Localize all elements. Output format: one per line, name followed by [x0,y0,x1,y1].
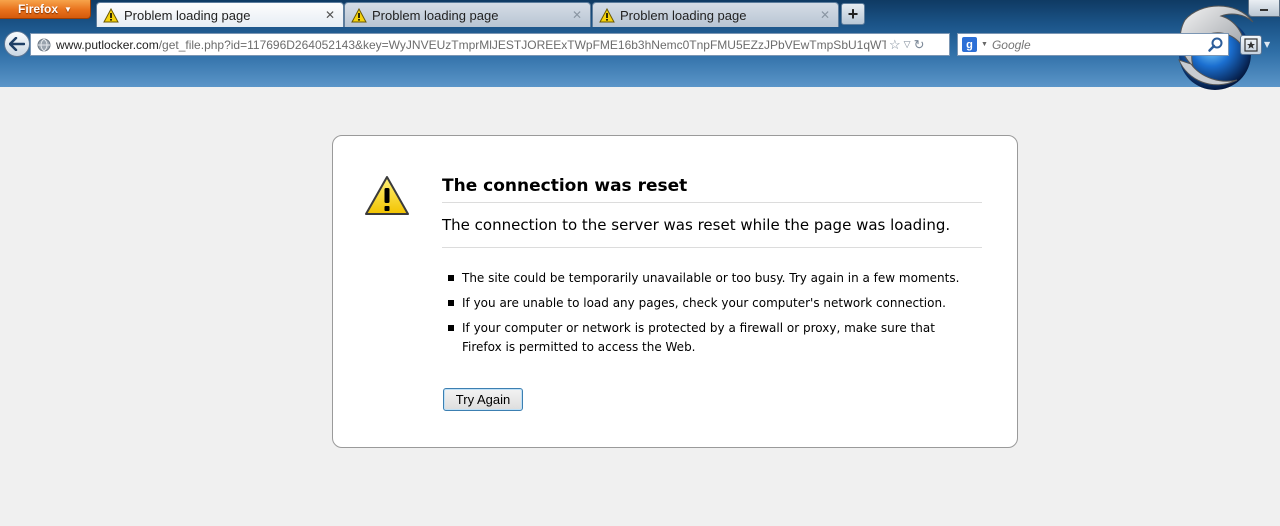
list-item: If your computer or network is protected… [446,319,966,357]
close-icon[interactable]: ✕ [570,8,584,22]
close-icon[interactable]: ✕ [323,8,337,22]
warning-icon [103,7,119,22]
try-again-button[interactable]: Try Again [443,388,523,411]
firefox-menu-label: Firefox [18,2,59,16]
search-icon[interactable] [1207,36,1225,54]
chevron-down-icon: ▼ [64,4,72,14]
url-path: /get_file.php?id=117696D264052143&key=Wy… [158,37,886,52]
url-text: www.putlocker.com/get_file.php?id=117696… [56,38,886,52]
firefox-menu-button[interactable]: Firefox ▼ [0,0,91,19]
tab-problem-loading-2[interactable]: Problem loading page ✕ [344,2,591,27]
search-bar[interactable]: g ▼ [957,33,1229,56]
navigation-toolbar: www.putlocker.com/get_file.php?id=117696… [0,27,1280,63]
bookmark-star-icon[interactable]: ☆ [889,37,901,53]
tab-title: Problem loading page [372,7,499,23]
url-host: www.putlocker.com [56,37,159,52]
reload-icon[interactable]: ↻ [914,37,925,53]
error-title: The connection was reset [442,176,982,203]
error-description: The connection to the server was reset w… [442,216,982,248]
chevron-down-icon[interactable]: ▼ [981,41,988,48]
list-item: If you are unable to load any pages, che… [446,294,966,313]
warning-icon [599,7,615,22]
list-item: The site could be temporarily unavailabl… [446,269,966,288]
google-engine-icon[interactable]: g [962,37,977,52]
error-page-container: The connection was reset The connection … [332,135,1018,448]
new-tab-button[interactable]: + [841,3,865,25]
bookmarks-button[interactable] [1240,35,1262,55]
tab-problem-loading-1[interactable]: Problem loading page ✕ [96,2,344,27]
tab-title: Problem loading page [124,7,251,23]
window-restore-button[interactable] [1248,0,1280,17]
globe-icon [37,38,51,52]
url-bar[interactable]: www.putlocker.com/get_file.php?id=117696… [30,33,950,56]
warning-icon [365,176,409,215]
bookmarks-star-icon [1244,38,1258,52]
history-dropdown-icon[interactable]: ▽ [904,39,911,50]
search-input[interactable] [991,35,1207,54]
minimize-icon [1260,9,1268,11]
back-button[interactable] [4,31,30,57]
warning-icon [351,7,367,22]
error-suggestions-list: The site could be temporarily unavailabl… [446,269,966,363]
browser-chrome: Firefox ▼ Problem loading page ✕ Problem… [0,0,1280,90]
tab-title: Problem loading page [620,7,747,23]
close-icon[interactable]: ✕ [818,8,832,22]
back-arrow-icon [9,37,25,51]
tab-problem-loading-3[interactable]: Problem loading page ✕ [592,2,839,27]
chevron-down-icon[interactable]: ▼ [1264,40,1270,49]
